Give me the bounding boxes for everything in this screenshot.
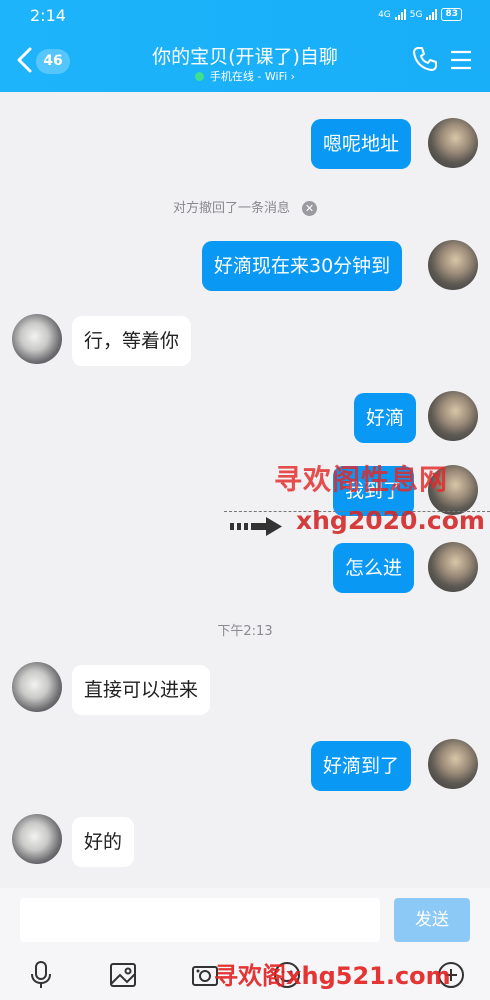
status-time: 2:14 bbox=[30, 6, 66, 25]
online-status-text: 手机在线 - WiFi › bbox=[209, 70, 296, 83]
close-icon[interactable]: ✕ bbox=[302, 201, 317, 216]
my-avatar[interactable] bbox=[428, 739, 478, 789]
message-bubble-mine[interactable]: 好滴现在来30分钟到 bbox=[202, 241, 403, 291]
battery-icon: 83 bbox=[441, 8, 462, 21]
contact-avatar[interactable] bbox=[12, 314, 62, 364]
recall-notice: 对方撤回了一条消息 ✕ bbox=[0, 197, 490, 216]
watermark-arrow-icon bbox=[230, 517, 282, 536]
message-bubble-theirs[interactable]: 直接可以进来 bbox=[72, 665, 211, 715]
chat-header: 2:14 4G 5G 83 46 你的宝贝(开课了)自聊 手机在线 - WiFi… bbox=[0, 0, 490, 92]
signal-icon bbox=[394, 9, 406, 20]
time-divider: 下午2:13 bbox=[217, 624, 273, 639]
send-button[interactable]: 发送 bbox=[394, 898, 470, 942]
message-bubble-theirs[interactable]: 行，等着你 bbox=[72, 316, 192, 366]
my-avatar[interactable] bbox=[428, 118, 478, 168]
my-avatar[interactable] bbox=[428, 542, 478, 592]
watermark-title: 寻欢阁性息网 bbox=[274, 463, 449, 496]
status-bar: 2:14 4G 5G 83 bbox=[0, 0, 490, 30]
menu-icon[interactable] bbox=[450, 50, 472, 70]
my-avatar[interactable] bbox=[428, 240, 478, 290]
message-input[interactable] bbox=[20, 898, 380, 942]
signal-label-2: 5G bbox=[409, 9, 423, 20]
my-avatar[interactable] bbox=[428, 391, 478, 441]
message-bubble-mine[interactable]: 嗯呢地址 bbox=[311, 119, 412, 169]
microphone-icon[interactable] bbox=[26, 960, 56, 990]
message-bubble-mine[interactable]: 好滴 bbox=[354, 393, 417, 443]
signal-icon-2 bbox=[426, 9, 438, 20]
online-dot-icon bbox=[194, 72, 204, 81]
image-icon[interactable] bbox=[108, 960, 138, 990]
status-icons: 4G 5G 83 bbox=[378, 8, 462, 21]
recall-notice-text: 对方撤回了一条消息 bbox=[172, 201, 290, 216]
watermark-bottom: 寻欢阁xhg521.com bbox=[214, 962, 451, 990]
message-bubble-mine[interactable]: 怎么进 bbox=[333, 543, 415, 593]
phone-icon[interactable] bbox=[412, 46, 438, 72]
contact-avatar[interactable] bbox=[12, 814, 62, 864]
watermark-url: xhg2020.com bbox=[296, 506, 485, 535]
message-bubble-mine[interactable]: 好滴到了 bbox=[311, 741, 412, 791]
message-bubble-theirs[interactable]: 好的 bbox=[72, 817, 135, 867]
signal-label-1: 4G bbox=[378, 9, 391, 20]
contact-avatar[interactable] bbox=[12, 662, 62, 712]
